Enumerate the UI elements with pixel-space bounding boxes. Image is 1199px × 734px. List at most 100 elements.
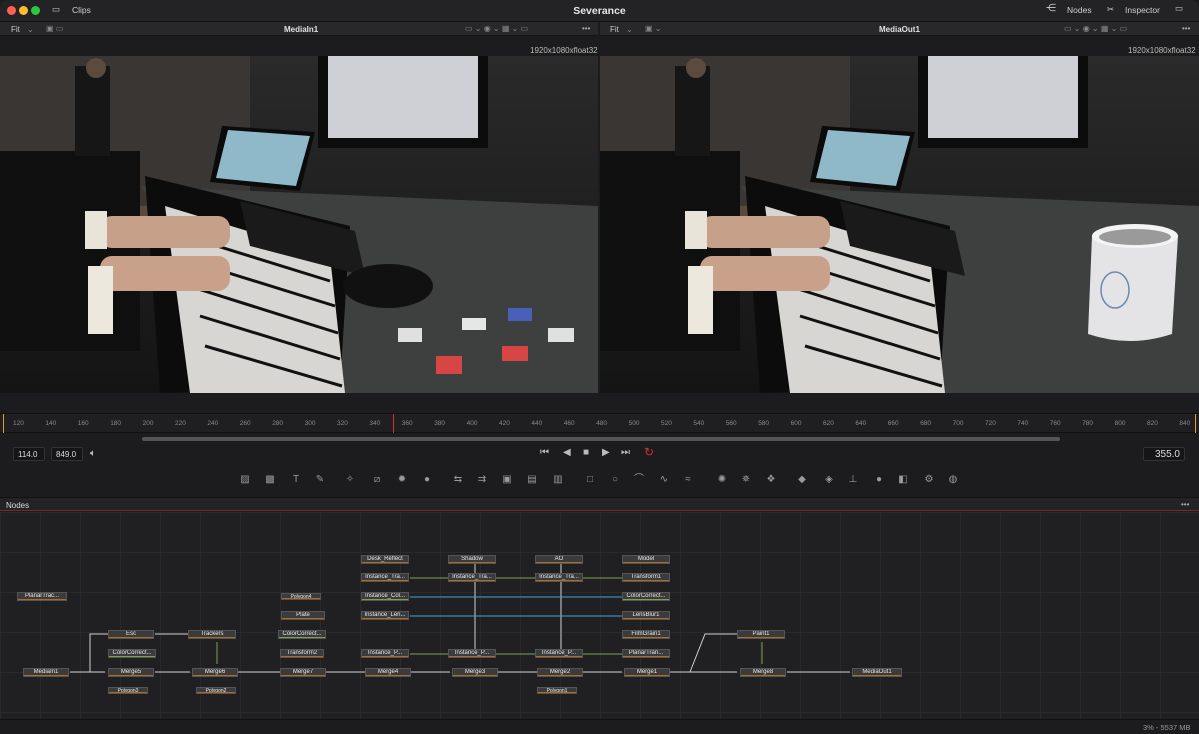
fit-dropdown-right[interactable]: Fit (610, 25, 619, 34)
rectangle-icon[interactable]: □ (583, 473, 597, 487)
node-ao[interactable]: AO (535, 555, 583, 564)
node-poly2[interactable]: Polygon2 (196, 687, 236, 694)
start-frame-field[interactable]: 114.0 (13, 447, 45, 461)
wave-icon[interactable]: ≈ (681, 473, 695, 487)
cube-icon[interactable]: ◆ (795, 473, 809, 487)
node-it2[interactable]: Instance_Tra... (448, 573, 496, 582)
end-frame-field[interactable]: 849.0 (51, 447, 83, 461)
in-point-marker[interactable] (3, 414, 4, 433)
current-frame-field[interactable]: 355.0 (1143, 447, 1185, 461)
light-icon[interactable]: ✹ (395, 473, 409, 487)
viewer-right-image[interactable] (600, 56, 1199, 393)
tracker-icon[interactable]: ⊥ (846, 473, 860, 487)
node-ip3[interactable]: Instance_P... (535, 649, 583, 658)
speaker-icon[interactable]: 🔈︎ (90, 448, 96, 459)
node-transform1[interactable]: Transform1 (622, 573, 670, 582)
timeline-ruler[interactable]: 120 140 160 180 200 220 240 260 280 300 320 340 360 3… (0, 413, 1199, 433)
node-model[interactable]: Model (622, 555, 670, 564)
nodes-icon[interactable]: ⋲ (1046, 3, 1056, 14)
mask-icon[interactable]: ⧄ (370, 473, 384, 487)
node-it1[interactable]: Instance_Tra... (361, 573, 409, 582)
polygon-icon[interactable]: ⌒ (632, 473, 646, 487)
node-merge3[interactable]: Merge3 (452, 668, 498, 677)
node-shadow[interactable]: Shadow (448, 555, 496, 564)
scene-icon[interactable]: ◈ (822, 473, 836, 487)
node-mediaout[interactable]: MediaOut1 (852, 668, 902, 677)
node-planar[interactable]: PlanarTrac... (17, 592, 67, 601)
sphere-icon[interactable]: ● (872, 473, 886, 487)
viewer-right-more[interactable]: ••• (1182, 24, 1190, 33)
node-mediain[interactable]: MediaIn1 (23, 668, 69, 677)
node-ip2[interactable]: Instance_P... (448, 649, 496, 658)
render-icon[interactable]: ✵ (739, 473, 753, 487)
viewer-left-image[interactable] (0, 56, 598, 393)
inspector-button[interactable]: Inspector (1125, 5, 1160, 15)
chevron-down-icon[interactable]: ⌄ (27, 25, 34, 34)
node-desk[interactable]: Desk_Reflect (361, 555, 409, 564)
emitter-icon[interactable]: ✺ (715, 473, 729, 487)
node-esc[interactable]: Esc (108, 630, 154, 639)
loop-icon[interactable]: ↻ (644, 445, 654, 459)
node-merge7[interactable]: Merge7 (280, 668, 326, 677)
inspector-icon[interactable]: ✂ (1107, 4, 1114, 15)
monitor-icon[interactable]: ▭ (1175, 3, 1183, 14)
node-merge8[interactable]: Merge8 (740, 668, 786, 677)
node-ilen[interactable]: Instance_Len... (361, 611, 409, 620)
channel-icon[interactable]: ▣ ▭ (46, 24, 63, 33)
nodes-button[interactable]: Nodes (1067, 5, 1092, 15)
node-paint[interactable]: Paint1 (737, 630, 785, 639)
out-point-marker[interactable] (1195, 414, 1196, 433)
camera-icon[interactable]: ◧ (896, 473, 910, 487)
background-icon[interactable]: ▨ (238, 473, 252, 487)
node-cc3[interactable]: ColorCorrect... (108, 649, 156, 658)
particles-icon[interactable]: ✧ (343, 473, 357, 487)
shape-icon[interactable]: ❖ (764, 473, 778, 487)
node-poly4[interactable]: Polygon4 (281, 593, 321, 600)
node-merge1[interactable]: Merge1 (624, 668, 670, 677)
skip-back-icon[interactable]: ⏮︎ (540, 447, 549, 458)
node-cc1[interactable]: ColorCorrect... (622, 592, 670, 601)
node-cc2[interactable]: ColorCorrect... (278, 630, 326, 639)
viewer-left-more[interactable]: ••• (582, 24, 590, 33)
stop-icon[interactable]: ■ (583, 447, 589, 458)
node-merge5[interactable]: Merge5 (108, 668, 154, 677)
node-poly3[interactable]: Polygon3 (108, 687, 148, 694)
channel-icon[interactable]: ▤ (525, 473, 539, 487)
node-ptrans[interactable]: PlanarTran... (622, 649, 670, 658)
bspline-icon[interactable]: ∿ (657, 473, 671, 487)
viewer-tools-icon[interactable]: ▭ ⌄ ◉ ⌄ ▦ ⌄ ▭ (465, 24, 528, 33)
node-graph[interactable]: Desk_Reflect Shadow AO Model Instance_Tra...… (0, 512, 1199, 719)
node-merge4[interactable]: Merge4 (365, 668, 411, 677)
channel-icon[interactable]: ▣ ⌄ (645, 24, 661, 33)
light3d-icon[interactable]: ◍ (946, 473, 960, 487)
matte-icon[interactable]: ▥ (551, 473, 565, 487)
paint-icon[interactable]: ✎ (313, 473, 327, 487)
transform-icon[interactable]: ⇆ (451, 473, 465, 487)
drop-icon[interactable]: ● (420, 473, 434, 487)
text-icon[interactable]: T (289, 473, 303, 487)
node-trackers[interactable]: Trackers (188, 630, 236, 639)
image-icon[interactable]: ▩ (263, 473, 277, 487)
skip-forward-icon[interactable]: ⏭︎ (621, 447, 630, 458)
chevron-down-icon[interactable]: ⌄ (626, 25, 633, 34)
nodes-panel-more[interactable]: ••• (1181, 500, 1189, 509)
play-reverse-icon[interactable]: ◀ (563, 447, 571, 458)
viewer-tools-icon[interactable]: ▭ ⌄ ◉ ⌄ ▦ ⌄ ▭ (1064, 24, 1127, 33)
playhead-marker[interactable] (393, 414, 394, 433)
node-film[interactable]: FilmGrain1 (622, 630, 670, 639)
node-lens[interactable]: LensBlur1 (622, 611, 670, 620)
play-icon[interactable]: ▶ (602, 447, 610, 458)
node-merge6[interactable]: Merge6 (192, 668, 238, 677)
timeline-scrollbar[interactable] (142, 437, 1060, 441)
fit-dropdown-left[interactable]: Fit (11, 25, 20, 34)
renderer-icon[interactable]: ⚙ (922, 473, 936, 487)
node-it3[interactable]: Instance_Tra... (535, 573, 583, 582)
node-transform2[interactable]: Transform2 (280, 649, 324, 658)
node-poly1[interactable]: Polygon1 (537, 687, 577, 694)
node-ip1[interactable]: Instance_P... (361, 649, 409, 658)
node-icol[interactable]: Instance_Col... (361, 592, 409, 601)
ellipse-icon[interactable]: ○ (608, 473, 622, 487)
node-merge2[interactable]: Merge2 (537, 668, 583, 677)
node-plate[interactable]: Plate (281, 611, 325, 620)
copy-icon[interactable]: ▣ (500, 473, 514, 487)
